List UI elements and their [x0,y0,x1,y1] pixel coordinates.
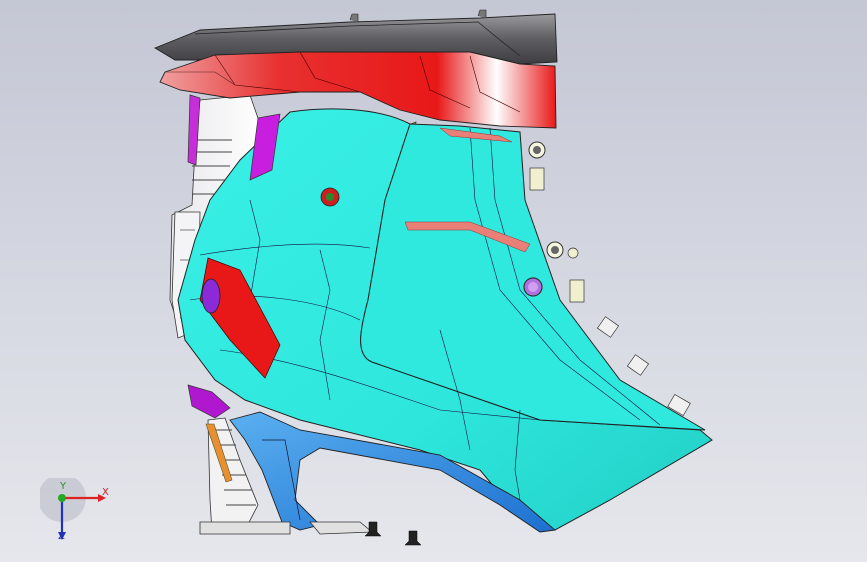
z-axis-label: Z [58,531,65,542]
coordinate-triad: X Y Z [38,474,110,548]
lower-magenta-bracket[interactable] [187,384,231,419]
y-axis-dot [58,494,66,502]
y-axis-label: Y [60,481,67,492]
x-axis-label: X [102,487,109,498]
quarter-panel-model[interactable] [0,0,867,562]
triad-axes [38,474,106,540]
fasteners[interactable] [364,521,422,546]
cad-viewport[interactable]: X Y Z [0,0,867,562]
